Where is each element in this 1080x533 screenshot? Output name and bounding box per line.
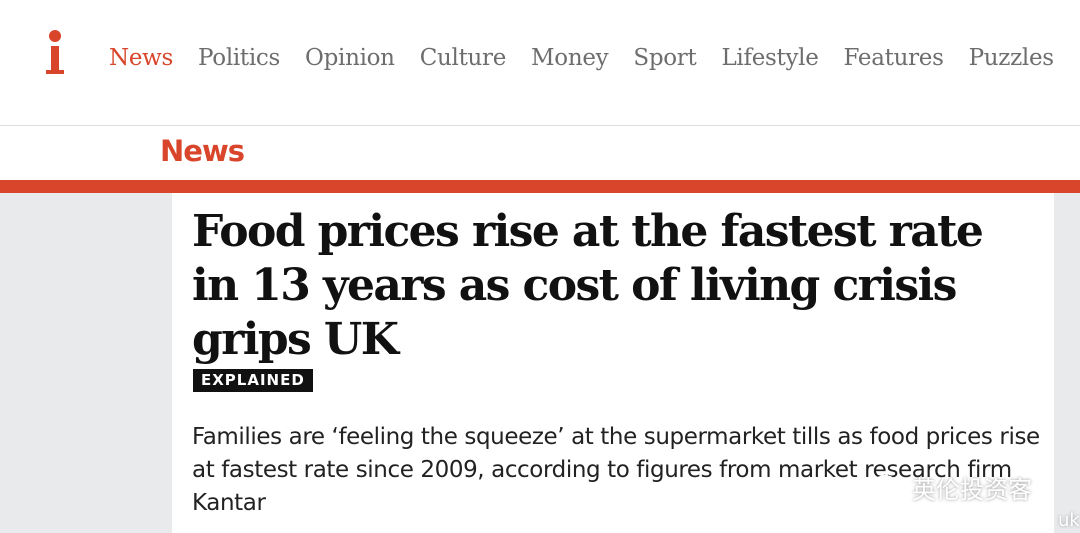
section-accent-bar bbox=[0, 180, 1080, 193]
nav-item-sport[interactable]: Sport bbox=[633, 45, 696, 71]
nav-item-features[interactable]: Features bbox=[844, 45, 944, 71]
logo-foot bbox=[46, 70, 64, 74]
article-headline[interactable]: Food prices rise at the fastest rate in … bbox=[192, 205, 1032, 367]
section-label[interactable]: News bbox=[160, 134, 245, 168]
site-logo[interactable] bbox=[42, 30, 70, 78]
nav-item-opinion[interactable]: Opinion bbox=[305, 45, 395, 71]
wechat-icon bbox=[873, 474, 905, 500]
nav-item-lifestyle[interactable]: Lifestyle bbox=[721, 45, 818, 71]
nav-item-money[interactable]: Money bbox=[531, 45, 609, 71]
explained-badge: EXPLAINED bbox=[193, 369, 313, 392]
logo-dot bbox=[49, 30, 61, 42]
logo-stem bbox=[51, 46, 59, 72]
edge-text: uk bbox=[1058, 510, 1080, 531]
main-nav: News Politics Opinion Culture Money Spor… bbox=[109, 40, 1079, 76]
nav-item-politics[interactable]: Politics bbox=[198, 45, 280, 71]
watermark-text: 英伦投资客 bbox=[912, 476, 1032, 504]
nav-item-culture[interactable]: Culture bbox=[420, 45, 507, 71]
nav-item-news[interactable]: News bbox=[109, 45, 173, 71]
nav-item-puzzles[interactable]: Puzzles bbox=[969, 45, 1055, 71]
site-header: News Politics Opinion Culture Money Spor… bbox=[0, 0, 1080, 126]
watermark: 英伦投资客 bbox=[872, 470, 1032, 505]
